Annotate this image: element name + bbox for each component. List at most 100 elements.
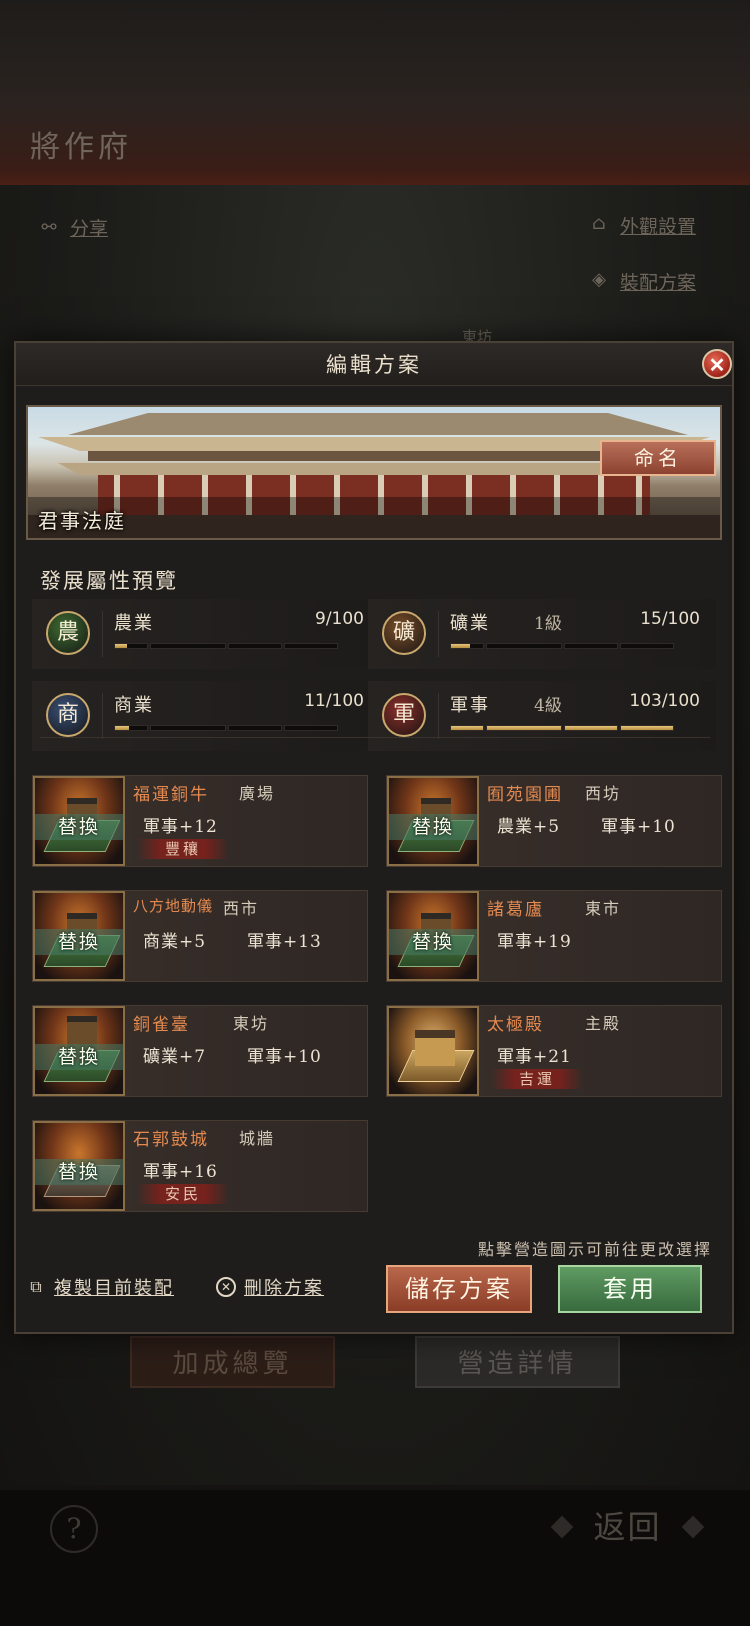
building-bonus: 軍事+13 [247,932,322,952]
progress-segment [228,643,282,649]
stat-value: 9/100 [315,609,364,629]
save-plan-button[interactable]: 儲存方案 [386,1265,532,1313]
share-icon[interactable]: ⚯ [36,218,62,238]
swap-label: 替換 [35,1159,123,1185]
progress-segment [284,643,338,649]
building-card[interactable]: 替換 福運銅牛 廣場 軍事+12 豐穰 [32,775,368,867]
building-thumbnail[interactable]: 替換 [33,1006,125,1096]
progress-segment [450,643,484,649]
share-link[interactable]: 分享 [70,214,108,241]
help-icon[interactable]: ? [50,1505,98,1553]
building-bonus: 軍事+16 [143,1162,218,1182]
progress-fill [115,644,127,648]
stat-name: 軍事 [450,695,490,716]
progress-segment [114,725,148,731]
building-thumbnail[interactable]: 替換 [387,891,479,981]
swap-label: 替換 [35,814,123,840]
building-card[interactable]: 替換 囿苑園圃 西坊 農業+5 軍事+10 [386,775,722,867]
building-card[interactable]: 替換 銅雀臺 東坊 礦業+7 軍事+10 [32,1005,368,1097]
building-bonus: 礦業+7 [143,1047,207,1067]
building-location: 主殿 [585,1014,622,1033]
close-icon[interactable]: ✕ [702,349,732,379]
swap-label: 替換 [35,929,123,955]
building-bonus: 軍事+19 [497,932,572,952]
progress-segment [150,643,226,649]
building-card[interactable]: 替換 石郭鼓城 城牆 軍事+16 安民 [32,1120,368,1212]
delete-plan-link[interactable]: 刪除方案 [244,1274,324,1300]
building-bonus: 軍事+12 [143,817,218,837]
military-icon: 軍 [382,693,426,737]
apply-button[interactable]: 套用 [558,1265,702,1313]
building-thumbnail[interactable] [387,1006,479,1096]
copy-loadout-link[interactable]: 複製目前裝配 [54,1274,174,1300]
building-thumbnail[interactable]: 替換 [33,891,125,981]
stat-divider [102,693,103,739]
stat-divider [438,693,439,739]
progress-fill [565,726,617,730]
building-bonus: 軍事+10 [247,1047,322,1067]
back-button[interactable]: 返回 [560,1505,695,1549]
agriculture-icon: 農 [46,611,90,655]
progress-fill [451,644,471,648]
building-graphic [415,1030,455,1066]
building-name: 石郭鼓城 [133,1130,209,1150]
building-location: 東市 [585,899,622,918]
dialog-header: 編輯方案 [16,343,732,386]
delete-icon[interactable]: ✕ [216,1277,236,1297]
building-tag: 吉運 [491,1069,583,1089]
stat-divider [102,611,103,657]
progress-segment [228,725,282,731]
building-tag: 豐穰 [137,839,229,859]
progress-segment [284,725,338,731]
progress-segment [564,725,618,731]
progress-segment [620,643,674,649]
stat-commerce: 商 商業 11/100 [32,681,380,751]
building-location: 東坊 [233,1014,270,1033]
page-title: 將作府 [30,130,132,165]
progress-segment [564,643,618,649]
rename-button[interactable]: 命名 [600,440,716,476]
loadout-plan-link[interactable]: 裝配方案 [620,268,696,295]
building-location: 廣場 [239,784,276,803]
build-detail-button[interactable]: 營造詳情 [415,1336,620,1388]
building-thumbnail[interactable]: 替換 [33,776,125,866]
building-bonus: 軍事+10 [601,817,676,837]
dialog-title: 編輯方案 [326,353,422,377]
stat-value: 15/100 [640,609,700,629]
building-card[interactable]: 替換 八方地動儀 西市 商業+5 軍事+13 [32,890,368,982]
building-card[interactable]: 替換 諸葛廬 東市 軍事+19 [386,890,722,982]
appearance-settings-link[interactable]: 外觀設置 [620,212,696,239]
hint-text: 點擊營造圖示可前往更改選擇 [477,1240,712,1259]
copy-icon[interactable]: ⧉ [26,1277,46,1297]
stat-mining: 礦 礦業 1級 15/100 [368,599,716,669]
loadout-icon[interactable]: ◈ [586,270,612,290]
bonus-overview-button[interactable]: 加成總覽 [130,1336,335,1388]
progress-fill [487,726,561,730]
progress-segment [114,643,148,649]
progress-segment [150,725,226,731]
building-location: 城牆 [239,1129,276,1148]
preview-title: 發展屬性預覽 [40,569,178,593]
edit-plan-dialog: 編輯方案 ✕ 君事法庭 命名 發展屬性預覽 農 農業 9/100 礦 礦業 1級… [14,341,734,1334]
section-divider [40,737,710,738]
building-thumbnail[interactable]: 替換 [387,776,479,866]
stat-level: 1級 [534,614,562,634]
stat-name: 礦業 [450,613,490,634]
building-tag: 安民 [137,1184,229,1204]
swap-label: 替換 [389,814,477,840]
mining-icon: 礦 [382,611,426,655]
progress-fill [115,726,130,730]
commerce-icon: 商 [46,693,90,737]
building-thumbnail[interactable]: 替換 [33,1121,125,1211]
progress-segment [486,643,562,649]
progress-segment [620,725,674,731]
progress-segment [450,725,484,731]
building-bonus: 商業+5 [143,932,207,952]
building-bonus: 農業+5 [497,817,561,837]
appearance-icon[interactable]: ⌂ [586,214,612,234]
building-name: 太極殿 [487,1015,544,1035]
building-name: 福運銅牛 [133,785,209,805]
swap-label: 替換 [35,1044,123,1070]
stat-agriculture: 農 農業 9/100 [32,599,380,669]
building-card[interactable]: 太極殿 主殿 軍事+21 吉運 [386,1005,722,1097]
